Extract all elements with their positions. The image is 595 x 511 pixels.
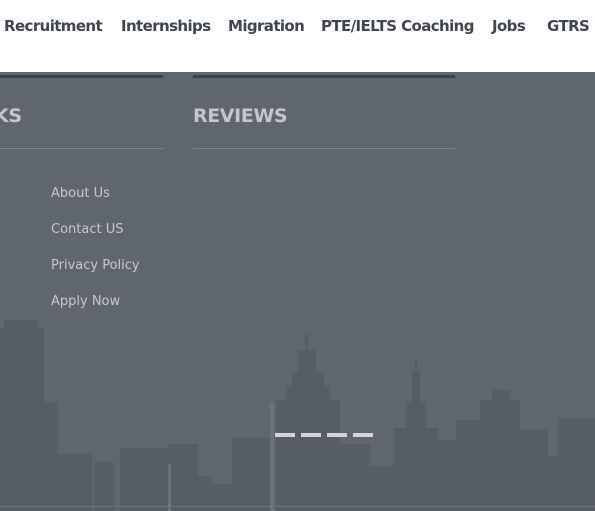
nav-item-gtrs[interactable]: GTRS S [547,17,595,35]
slider-dot-4[interactable] [353,433,373,437]
slider-dot-3[interactable] [327,433,347,437]
slider-dot-1[interactable] [275,433,295,437]
reviews-column-top-border [193,75,455,78]
reviews-column-heading: REVIEWS [193,105,288,127]
nav-item-pte-ielts-coaching[interactable]: PTE/IELTS Coaching [321,17,474,35]
footer-link-apply-now[interactable]: Apply Now [51,294,120,309]
nav-item-recruitment[interactable]: Recruitment [4,17,103,35]
links-column-heading: KS [0,105,22,127]
page: Recruitment Internships Migration PTE/IE… [0,0,595,511]
footer: KS About Us Contact US Privacy Policy Ap… [0,72,595,511]
slider-dot-2[interactable] [301,433,321,437]
footer-link-contact-us[interactable]: Contact US [51,222,123,237]
footer-link-about-us[interactable]: About Us [51,186,110,201]
footer-link-privacy-policy[interactable]: Privacy Policy [51,258,140,273]
nav-item-internships[interactable]: Internships [121,17,211,35]
links-column-top-border [0,75,163,78]
reviews-column-divider [193,148,455,149]
footer-bottom-divider [0,506,595,507]
nav-item-jobs[interactable]: Jobs [492,17,526,35]
city-skyline-illustration [0,320,595,511]
top-navigation-bar: Recruitment Internships Migration PTE/IE… [0,0,595,72]
nav-item-migration[interactable]: Migration [228,17,305,35]
links-column-divider [0,148,163,149]
reviews-slider-pagination [275,433,373,437]
